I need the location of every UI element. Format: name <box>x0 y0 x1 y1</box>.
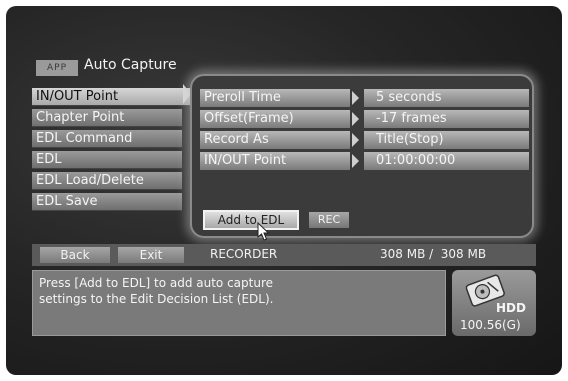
capacity-label: 308 MB / 308 MB <box>380 247 487 261</box>
help-text: Press [Add to EDL] to add auto capture s… <box>32 270 446 336</box>
page-title: Auto Capture <box>84 57 177 73</box>
help-line: Press [Add to EDL] to add auto capture <box>39 276 274 290</box>
menu-item-chapter-point[interactable]: Chapter Point <box>32 109 182 127</box>
add-to-edl-button[interactable]: Add to EDL <box>203 210 299 230</box>
setting-label-preroll-time: Preroll Time <box>200 89 350 107</box>
setting-label-record-as: Record As <box>200 131 350 149</box>
setting-value-in-out-point[interactable]: 01:00:00:00 <box>364 152 529 170</box>
setting-value-record-as[interactable]: Title(Stop) <box>364 131 529 149</box>
rec-button[interactable]: REC <box>309 212 349 228</box>
chevron-right-icon <box>352 112 359 126</box>
menu-item-edl-save[interactable]: EDL Save <box>32 193 182 211</box>
setting-value-preroll-time[interactable]: 5 seconds <box>364 89 529 107</box>
chevron-right-icon <box>352 154 359 168</box>
help-line: settings to the Edit Decision List (EDL)… <box>39 292 274 306</box>
back-button[interactable]: Back <box>40 247 110 263</box>
hdd-capacity: 100.56(G) <box>460 318 521 332</box>
setting-label-in-out-point: IN/OUT Point <box>200 152 350 170</box>
menu-item-edl-load-delete[interactable]: EDL Load/Delete <box>32 172 182 190</box>
setting-value-offset-frame[interactable]: -17 frames <box>364 110 529 128</box>
menu-item-edl[interactable]: EDL <box>32 151 182 169</box>
exit-button[interactable]: Exit <box>118 247 184 263</box>
chevron-right-icon <box>352 133 359 147</box>
menu-item-in-out-point[interactable]: IN/OUT Point <box>32 88 190 106</box>
hdd-label: HDD <box>496 301 526 315</box>
chevron-right-icon <box>352 91 359 105</box>
setting-label-offset-frame: Offset(Frame) <box>200 110 350 128</box>
app-badge: APP <box>36 60 78 76</box>
pointer-cursor-icon <box>257 222 270 241</box>
device-label: RECORDER <box>210 247 278 261</box>
menu-item-edl-command[interactable]: EDL Command <box>32 130 182 148</box>
